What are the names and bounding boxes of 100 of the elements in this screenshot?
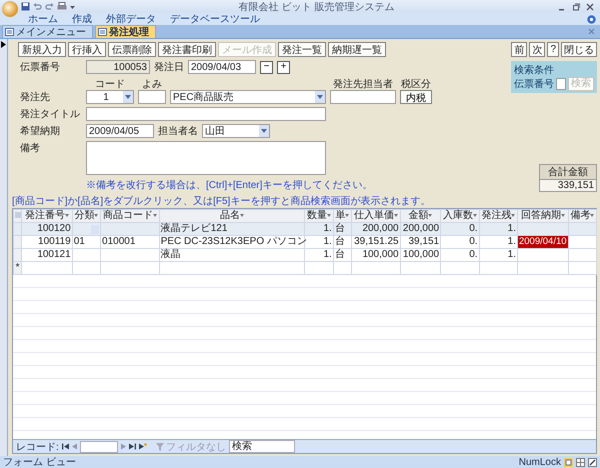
ribbon-tab[interactable]: 作成: [72, 12, 92, 26]
print-icon[interactable]: [57, 2, 67, 11]
nav-button[interactable]: 前: [511, 42, 528, 57]
new-row-marker: *: [14, 262, 22, 274]
undo-icon[interactable]: [33, 2, 42, 11]
column-header[interactable]: 発注番号: [22, 210, 72, 222]
memo-note: ※備考を改行する場合は、[Ctrl]+[Enter]キーを押してください。: [86, 178, 372, 192]
table-cell: 100120: [22, 222, 72, 236]
last-record-icon[interactable]: [128, 443, 136, 450]
toolbar-button[interactable]: 行挿入: [68, 42, 106, 57]
form-icon: [98, 28, 107, 36]
new-record-icon[interactable]: [138, 443, 147, 450]
close-icon[interactable]: [586, 2, 594, 10]
field-label: 発注タイトル: [20, 108, 81, 121]
nav-button[interactable]: 閉じる: [561, 42, 597, 57]
slip-number-field: 100053: [86, 60, 150, 74]
record-number-field[interactable]: [80, 440, 118, 452]
ribbon-tab[interactable]: 外部データ: [106, 12, 156, 26]
table-cell: 1.: [479, 222, 518, 236]
supplier-code-combo[interactable]: 1: [86, 90, 134, 104]
ribbon-tab[interactable]: ホーム: [28, 12, 58, 26]
table-cell: 1.: [304, 236, 334, 248]
restore-icon[interactable]: [572, 2, 580, 10]
field-label: 担当者名: [158, 124, 198, 138]
column-caption: 発注先担当者: [332, 78, 394, 91]
table-cell: 0.: [440, 222, 480, 236]
toolbar-button[interactable]: 発注書印刷: [158, 42, 216, 57]
toolbar-button[interactable]: 発注一覧: [278, 42, 326, 57]
reading-field[interactable]: [138, 90, 166, 104]
table-cell: 39,151.25: [352, 236, 400, 248]
save-icon[interactable]: [21, 2, 30, 11]
search-field[interactable]: 検索: [228, 440, 295, 453]
table-cell: 39,151: [400, 236, 441, 248]
table-cell: 台: [333, 248, 352, 262]
memo-field[interactable]: [86, 141, 326, 175]
column-header[interactable]: 入庫数: [440, 210, 480, 222]
table-cell: 100,000: [400, 248, 441, 262]
record-selector-icon[interactable]: [1, 41, 6, 48]
design-view-icon[interactable]: [588, 458, 597, 466]
table-cell: 台: [333, 236, 352, 248]
table-cell: 1.: [479, 248, 518, 262]
column-caption: 税区分: [400, 78, 432, 91]
column-header[interactable]: 商品コード: [100, 210, 160, 222]
previous-record-icon[interactable]: [72, 443, 77, 450]
first-record-icon[interactable]: [62, 443, 69, 450]
supplier-name-combo[interactable]: PEC商品販売: [170, 90, 326, 104]
date-minus-button[interactable]: −: [260, 60, 273, 74]
table-cell: 200,000: [352, 222, 400, 236]
column-header[interactable]: 数量: [304, 210, 334, 222]
nav-button[interactable]: 次: [529, 42, 546, 57]
total-amount: 339,151: [540, 180, 596, 191]
nav-button[interactable]: ?: [547, 42, 559, 57]
help-icon[interactable]: [587, 14, 596, 24]
document-tab[interactable]: メインメニュー: [2, 25, 93, 38]
table-cell: 100121: [22, 248, 72, 262]
field-label: 伝票番号: [514, 78, 554, 91]
column-caption: よみ: [141, 78, 163, 91]
overdue-date: 2009/04/10: [518, 236, 568, 248]
field-label: 伝票番号: [20, 60, 61, 74]
slip-number-search-field[interactable]: [556, 78, 566, 90]
table-cell: 液晶テレビ121: [159, 222, 305, 236]
column-header[interactable]: 品名: [159, 210, 305, 222]
date-plus-button[interactable]: +: [277, 60, 290, 74]
column-header[interactable]: 備考: [568, 210, 596, 222]
order-date-field[interactable]: 2009/04/03: [188, 60, 256, 74]
column-header[interactable]: 回答納期: [517, 210, 568, 222]
ribbon-tab[interactable]: データベースツール: [170, 12, 260, 26]
filter-icon: [156, 442, 164, 450]
table-cell: 100,000: [352, 248, 400, 262]
contact-field[interactable]: [330, 90, 396, 104]
delivery-date-field[interactable]: 2009/04/05: [86, 124, 154, 138]
column-header[interactable]: 仕入単価: [352, 210, 400, 222]
toolbar-button[interactable]: 納期遅一覧: [328, 42, 386, 57]
staff-combo[interactable]: 山田: [202, 124, 270, 138]
column-header[interactable]: 発注残: [479, 210, 518, 222]
redo-icon[interactable]: [45, 2, 54, 11]
column-header[interactable]: 単: [333, 210, 352, 222]
column-caption: コード: [94, 78, 126, 91]
form-view-icon[interactable]: [564, 458, 573, 466]
field-label: 備考: [20, 142, 41, 155]
datasheet-view-icon[interactable]: [576, 458, 585, 466]
status-text: フォーム ビュー: [3, 456, 76, 468]
toolbar-button[interactable]: 新規入力: [18, 42, 66, 57]
column-header[interactable]: 分類: [72, 210, 101, 222]
field-label: 発注日: [154, 60, 184, 74]
column-header[interactable]: 金額: [400, 210, 441, 222]
table-cell: 1.: [304, 248, 334, 262]
tax-type-button[interactable]: 内税: [400, 90, 432, 104]
record-label: レコード:: [16, 440, 59, 454]
search-panel-title: 検索条件: [514, 64, 555, 77]
order-title-field[interactable]: [86, 107, 326, 121]
document-tab[interactable]: 発注処理: [95, 25, 156, 38]
numlock-indicator: NumLock: [518, 456, 561, 468]
toolbar-button[interactable]: 伝票削除: [108, 42, 156, 57]
window-title: 有限会社 ビット 販売管理システム: [238, 0, 396, 14]
table-cell: 0.: [440, 236, 480, 248]
next-record-icon[interactable]: [120, 443, 126, 450]
table-cell: 200,000: [400, 222, 441, 236]
field-label: 発注先: [20, 90, 51, 104]
table-cell: 液晶: [159, 248, 305, 262]
